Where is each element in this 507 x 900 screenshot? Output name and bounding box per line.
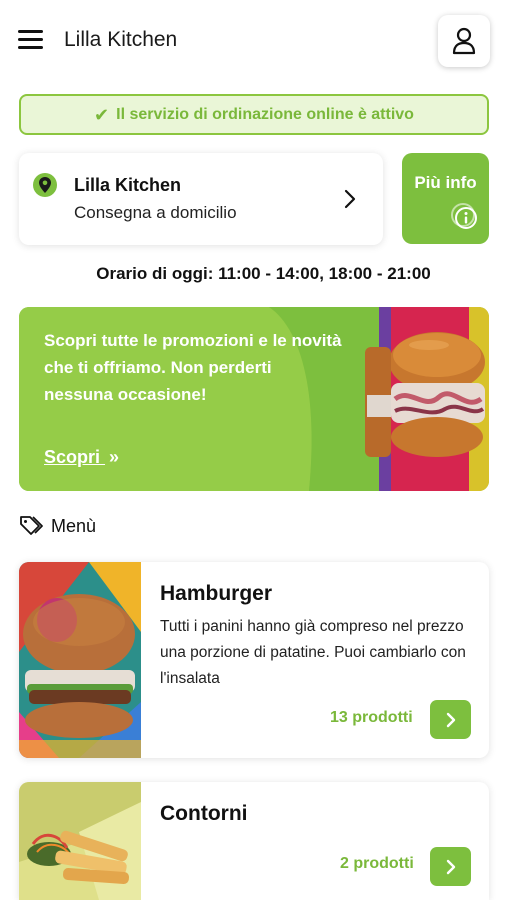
category-card-hamburger[interactable]: Hamburger Tutti i panini hanno già compr… <box>19 562 489 758</box>
category-product-count: 2 prodotti <box>340 855 414 872</box>
store-name: Lilla Kitchen <box>74 175 182 195</box>
user-account-button[interactable] <box>438 15 490 67</box>
today-opening-hours: Orario di oggi: 11:00 - 14:00, 18:00 - 2… <box>96 264 431 283</box>
tag-icon <box>20 516 43 535</box>
discover-link[interactable]: Scopri » <box>44 447 119 468</box>
discover-label: Scopri <box>44 447 101 467</box>
promotions-banner[interactable]: Scopri tutte le promozioni e le novità c… <box>19 307 489 491</box>
check-icon: ✔ <box>94 104 110 125</box>
status-text: Il servizio di ordinazione online è atti… <box>116 105 414 123</box>
hamburger-menu-icon[interactable] <box>18 28 44 52</box>
open-category-button[interactable] <box>430 700 471 739</box>
promo-text: Scopri tutte le promozioni e le novità c… <box>44 331 342 404</box>
delivery-mode: Consegna a domicilio <box>74 203 237 222</box>
category-title: Contorni <box>160 802 248 825</box>
double-chevron-right-icon: » <box>109 447 120 467</box>
menu-section-label: Menù <box>51 515 97 536</box>
category-title: Hamburger <box>160 582 273 605</box>
hamburger-photo <box>19 562 141 758</box>
user-icon <box>452 27 476 55</box>
location-pin-icon <box>33 173 57 197</box>
contorni-photo <box>19 782 141 900</box>
category-card-contorni[interactable]: Contorni 2 prodotti <box>19 782 489 900</box>
app-header: Lilla Kitchen <box>0 0 507 82</box>
chevron-right-icon <box>344 189 356 209</box>
category-product-count: 13 prodotti <box>330 709 413 726</box>
burger-photo <box>365 332 485 457</box>
open-category-button[interactable] <box>430 847 471 886</box>
category-description: Tutti i panini hanno già compreso nel pr… <box>160 618 466 687</box>
menu-section-header: Menù <box>19 515 96 537</box>
online-ordering-status-banner: ✔ Il servizio di ordinazione online è at… <box>19 94 489 135</box>
info-icon <box>451 203 477 229</box>
app-title: Lilla Kitchen <box>64 28 178 51</box>
chevron-right-icon <box>446 712 455 727</box>
more-info-button[interactable]: Più info <box>402 153 489 244</box>
chevron-right-icon <box>446 859 455 874</box>
more-info-label: Più info <box>414 173 477 192</box>
store-selector-card[interactable]: Lilla Kitchen Consegna a domicilio <box>19 153 383 245</box>
